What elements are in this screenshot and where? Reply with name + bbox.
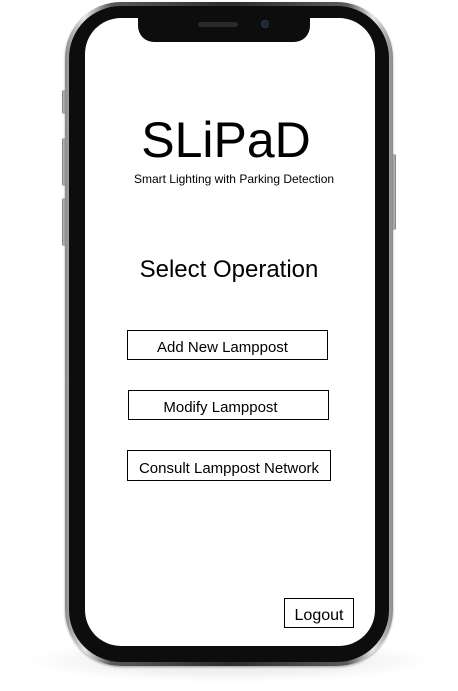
mockup-stage: SLiPaD Smart Lighting with Parking Detec… bbox=[0, 0, 458, 691]
logout-button[interactable]: Logout bbox=[284, 598, 354, 628]
select-operation-heading: Select Operation bbox=[139, 256, 319, 283]
logout-label: Logout bbox=[294, 606, 344, 624]
add-new-lamppost-label: Add New Lamppost bbox=[157, 339, 288, 356]
consult-lamppost-network-label: Consult Lamppost Network bbox=[138, 459, 320, 477]
app-subtitle: Smart Lighting with Parking Detection bbox=[133, 172, 335, 186]
consult-lamppost-network-button[interactable]: Consult Lamppost Network bbox=[127, 450, 331, 481]
app-title: SLiPaD bbox=[141, 112, 311, 168]
modify-lamppost-label: Modify Lamppost bbox=[163, 398, 278, 416]
front-camera-icon bbox=[261, 20, 269, 28]
add-new-lamppost-button[interactable]: Add New Lamppost bbox=[127, 330, 328, 360]
speaker-grille bbox=[198, 22, 238, 27]
modify-lamppost-button[interactable]: Modify Lamppost bbox=[128, 390, 329, 420]
notch bbox=[138, 18, 310, 42]
